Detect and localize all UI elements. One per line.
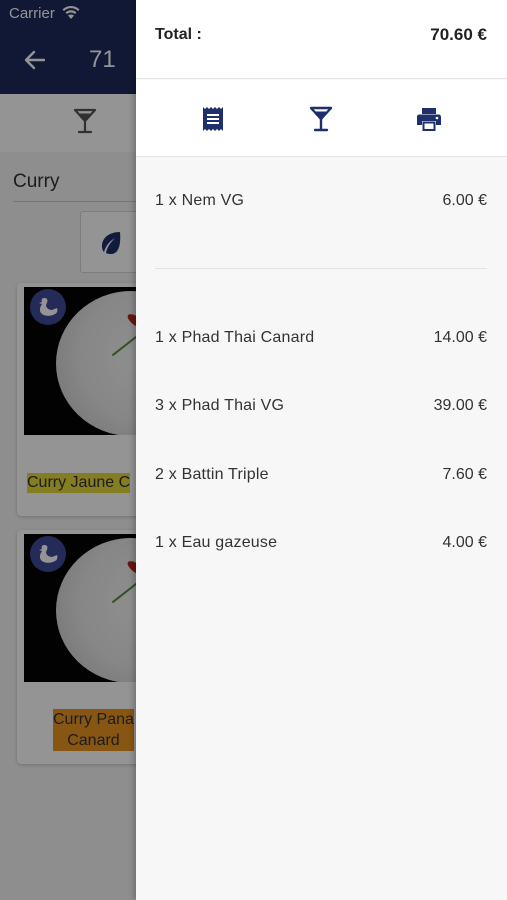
receipt-icon bbox=[203, 107, 223, 131]
print-icon bbox=[417, 108, 441, 131]
order-item-price: 6.00 € bbox=[442, 192, 487, 209]
order-item-price: 7.60 € bbox=[442, 466, 487, 483]
order-item-label: 3 x Phad Thai VG bbox=[155, 397, 285, 414]
total-bar: Total : 70.60 € bbox=[136, 0, 507, 79]
order-item[interactable]: 1 x Phad Thai Canard 14.00 € bbox=[136, 329, 507, 359]
order-item-price: 14.00 € bbox=[433, 329, 487, 346]
section-divider bbox=[155, 268, 487, 269]
order-item[interactable]: 2 x Battin Triple 7.60 € bbox=[136, 466, 507, 496]
order-item[interactable]: 1 x Nem VG 6.00 € bbox=[136, 192, 507, 222]
order-item[interactable]: 1 x Eau gazeuse 4.00 € bbox=[136, 534, 507, 564]
cocktail-icon bbox=[309, 106, 333, 132]
total-value: 70.60 € bbox=[430, 25, 487, 44]
order-item-price: 39.00 € bbox=[433, 397, 487, 414]
order-item[interactable]: 3 x Phad Thai VG 39.00 € bbox=[136, 397, 507, 427]
total-label: Total : bbox=[155, 26, 202, 43]
receipt-button[interactable] bbox=[196, 102, 230, 136]
drinks-button[interactable] bbox=[304, 102, 338, 136]
print-button[interactable] bbox=[412, 102, 446, 136]
order-item-price: 4.00 € bbox=[442, 534, 487, 551]
order-item-label: 1 x Eau gazeuse bbox=[155, 534, 278, 551]
cart-action-bar bbox=[136, 80, 507, 157]
order-item-label: 1 x Nem VG bbox=[155, 192, 245, 209]
order-item-label: 1 x Phad Thai Canard bbox=[155, 329, 315, 346]
cart-drawer: Total : 70.60 € 1 x Nem VG 6.00 € 1 x Ph… bbox=[136, 0, 507, 900]
order-item-label: 2 x Battin Triple bbox=[155, 466, 269, 483]
